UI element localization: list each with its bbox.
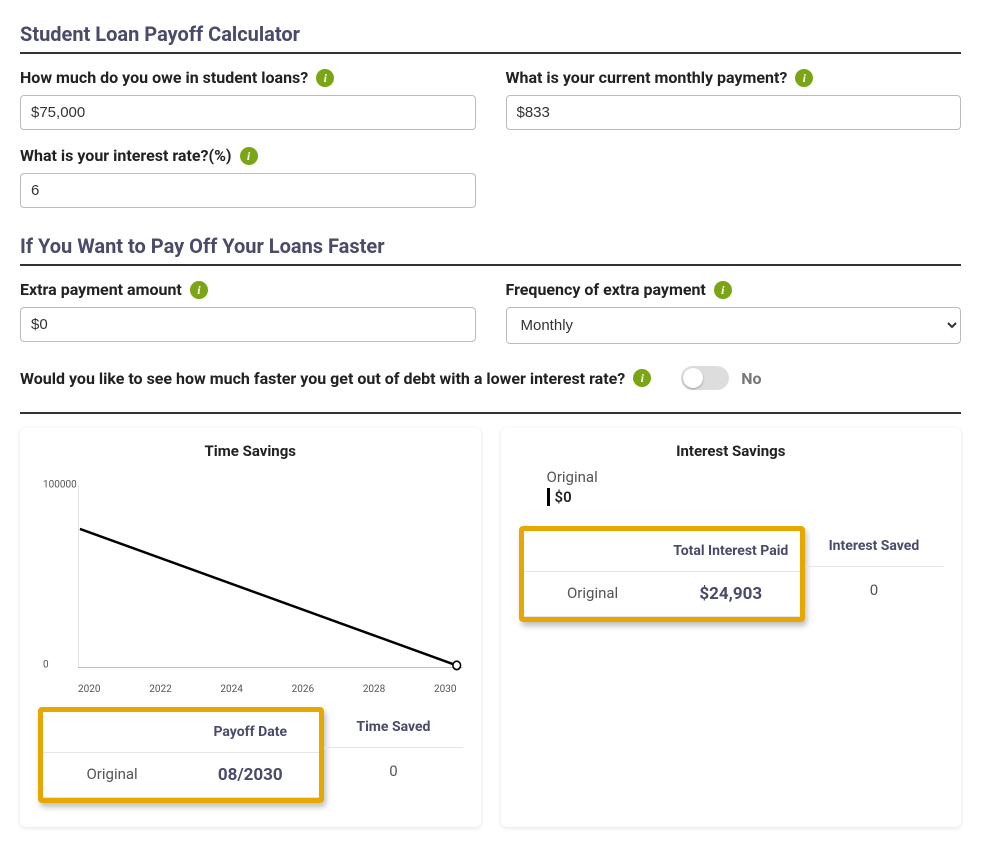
legend-original-label: Original — [547, 468, 944, 486]
time-chart: 100000 0 — [38, 468, 463, 678]
extra-field: Extra payment amount i — [20, 280, 476, 344]
ytick-0: 0 — [43, 660, 49, 671]
interest-saved-value: 0 — [805, 567, 943, 613]
rate-input[interactable] — [20, 173, 476, 208]
legend-original-value: $0 — [547, 488, 944, 506]
freq-select[interactable]: Monthly — [506, 307, 962, 344]
interest-highlight: . Total Interest Paid Original $24,903 — [519, 526, 805, 622]
info-icon[interactable]: i — [795, 69, 813, 87]
owe-field: How much do you owe in student loans? i — [20, 68, 476, 130]
info-icon[interactable]: i — [633, 369, 651, 387]
time-row-label: Original — [43, 753, 181, 798]
toggle-question: Would you like to see how much faster yo… — [20, 369, 625, 388]
info-icon[interactable]: i — [190, 281, 208, 299]
rate-field: What is your interest rate?(%) i — [20, 146, 476, 208]
toggle-value: No — [741, 369, 761, 388]
payoff-date-value: 08/2030 — [181, 753, 319, 798]
extra-input[interactable] — [20, 307, 476, 342]
extra-label: Extra payment amount — [20, 280, 182, 299]
freq-field: Frequency of extra payment i Monthly — [506, 280, 962, 344]
info-icon[interactable]: i — [240, 147, 258, 165]
ytick-100000: 100000 — [43, 479, 77, 490]
time-card-title: Time Savings — [38, 442, 463, 460]
info-icon[interactable]: i — [714, 281, 732, 299]
owe-input[interactable] — [20, 95, 476, 130]
payoff-date-head: Payoff Date — [181, 712, 319, 753]
time-saved-head: Time Saved — [324, 707, 462, 748]
time-saved-value: 0 — [324, 748, 462, 794]
total-interest-value: $24,903 — [662, 572, 800, 617]
lower-rate-toggle[interactable] — [681, 366, 729, 390]
owe-label: How much do you owe in student loans? — [20, 68, 308, 87]
payment-input[interactable] — [506, 95, 962, 130]
info-icon[interactable]: i — [316, 69, 334, 87]
interest-row-label: Original — [524, 572, 662, 617]
rate-label: What is your interest rate?(%) — [20, 146, 232, 165]
section1-title: Student Loan Payoff Calculator — [20, 22, 961, 54]
interest-legend: Original $0 — [547, 468, 944, 506]
payment-field: What is your current monthly payment? i — [506, 68, 962, 130]
interest-saved-head: Interest Saved — [805, 526, 943, 567]
payoff-highlight: . Payoff Date Original 08/2030 — [38, 707, 324, 803]
x-axis: 202020222024202620282030 — [38, 684, 463, 695]
interest-savings-card: Interest Savings Original $0 . Total Int… — [501, 428, 962, 827]
time-savings-card: Time Savings 100000 0 202020222024202620… — [20, 428, 481, 827]
payment-label: What is your current monthly payment? — [506, 68, 788, 87]
freq-label: Frequency of extra payment — [506, 280, 706, 299]
interest-card-title: Interest Savings — [519, 442, 944, 460]
total-interest-head: Total Interest Paid — [662, 531, 800, 572]
section2-title: If You Want to Pay Off Your Loans Faster — [20, 234, 961, 266]
